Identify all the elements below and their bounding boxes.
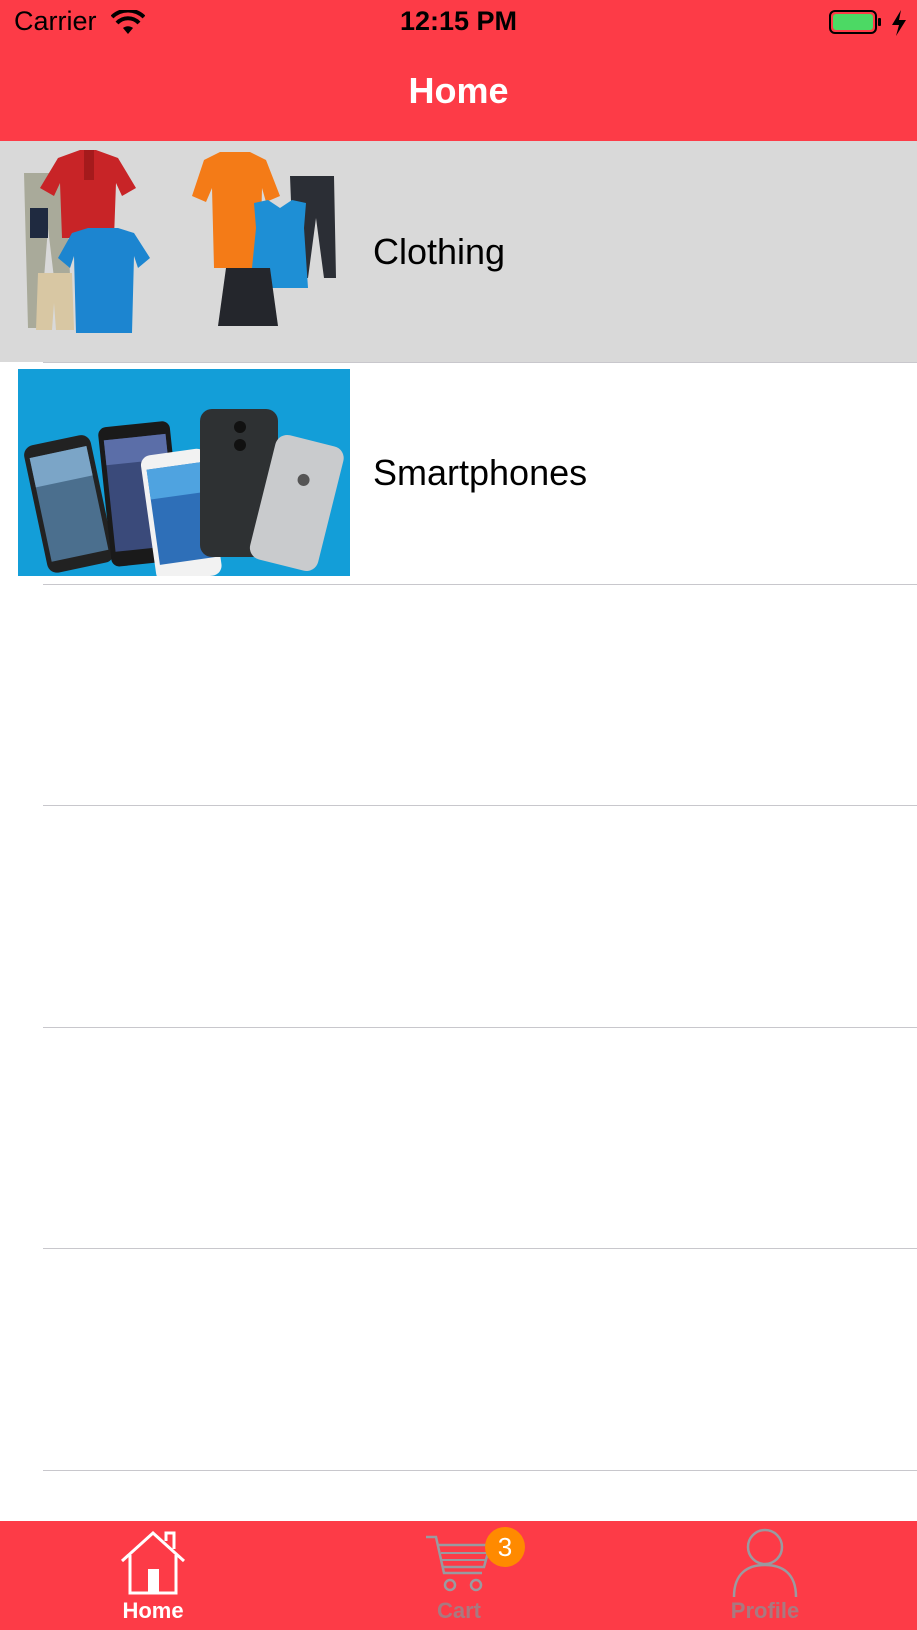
category-row-clothing[interactable]: Clothing — [0, 141, 917, 362]
tab-cart[interactable]: Cart — [306, 1521, 612, 1630]
category-label: Clothing — [373, 231, 506, 272]
row-separator — [43, 1470, 917, 1471]
navigation-header: Carrier 12:15 PM Home — [0, 0, 917, 141]
battery-icon — [829, 10, 881, 34]
profile-icon — [732, 1528, 798, 1598]
tab-profile[interactable]: Profile — [612, 1521, 917, 1630]
tab-label: Profile — [730, 1598, 800, 1623]
clothing-photo — [18, 148, 350, 355]
smartphones-photo — [18, 369, 350, 576]
category-row-smartphones[interactable]: Smartphones — [0, 362, 917, 583]
category-label: Smartphones — [373, 452, 588, 493]
row-separator — [43, 584, 917, 585]
tab-label: Home — [122, 1598, 184, 1623]
tab-bar: Home Cart Profile — [0, 1521, 917, 1630]
cart-icon — [426, 1535, 492, 1592]
category-list: Clothing Smartphones — [0, 141, 917, 1471]
home-icon — [120, 1530, 186, 1595]
page-title: Home — [408, 70, 509, 111]
tab-label: Cart — [436, 1598, 481, 1623]
charging-bolt-icon — [892, 10, 906, 36]
tab-home[interactable]: Home — [0, 1521, 306, 1630]
row-separator — [43, 1248, 917, 1249]
status-bar: Carrier 12:15 PM — [0, 0, 917, 46]
cart-badge: 3 — [485, 1527, 525, 1567]
row-separator — [43, 1027, 917, 1028]
row-separator — [43, 805, 917, 806]
status-time: 12:15 PM — [399, 6, 518, 36]
